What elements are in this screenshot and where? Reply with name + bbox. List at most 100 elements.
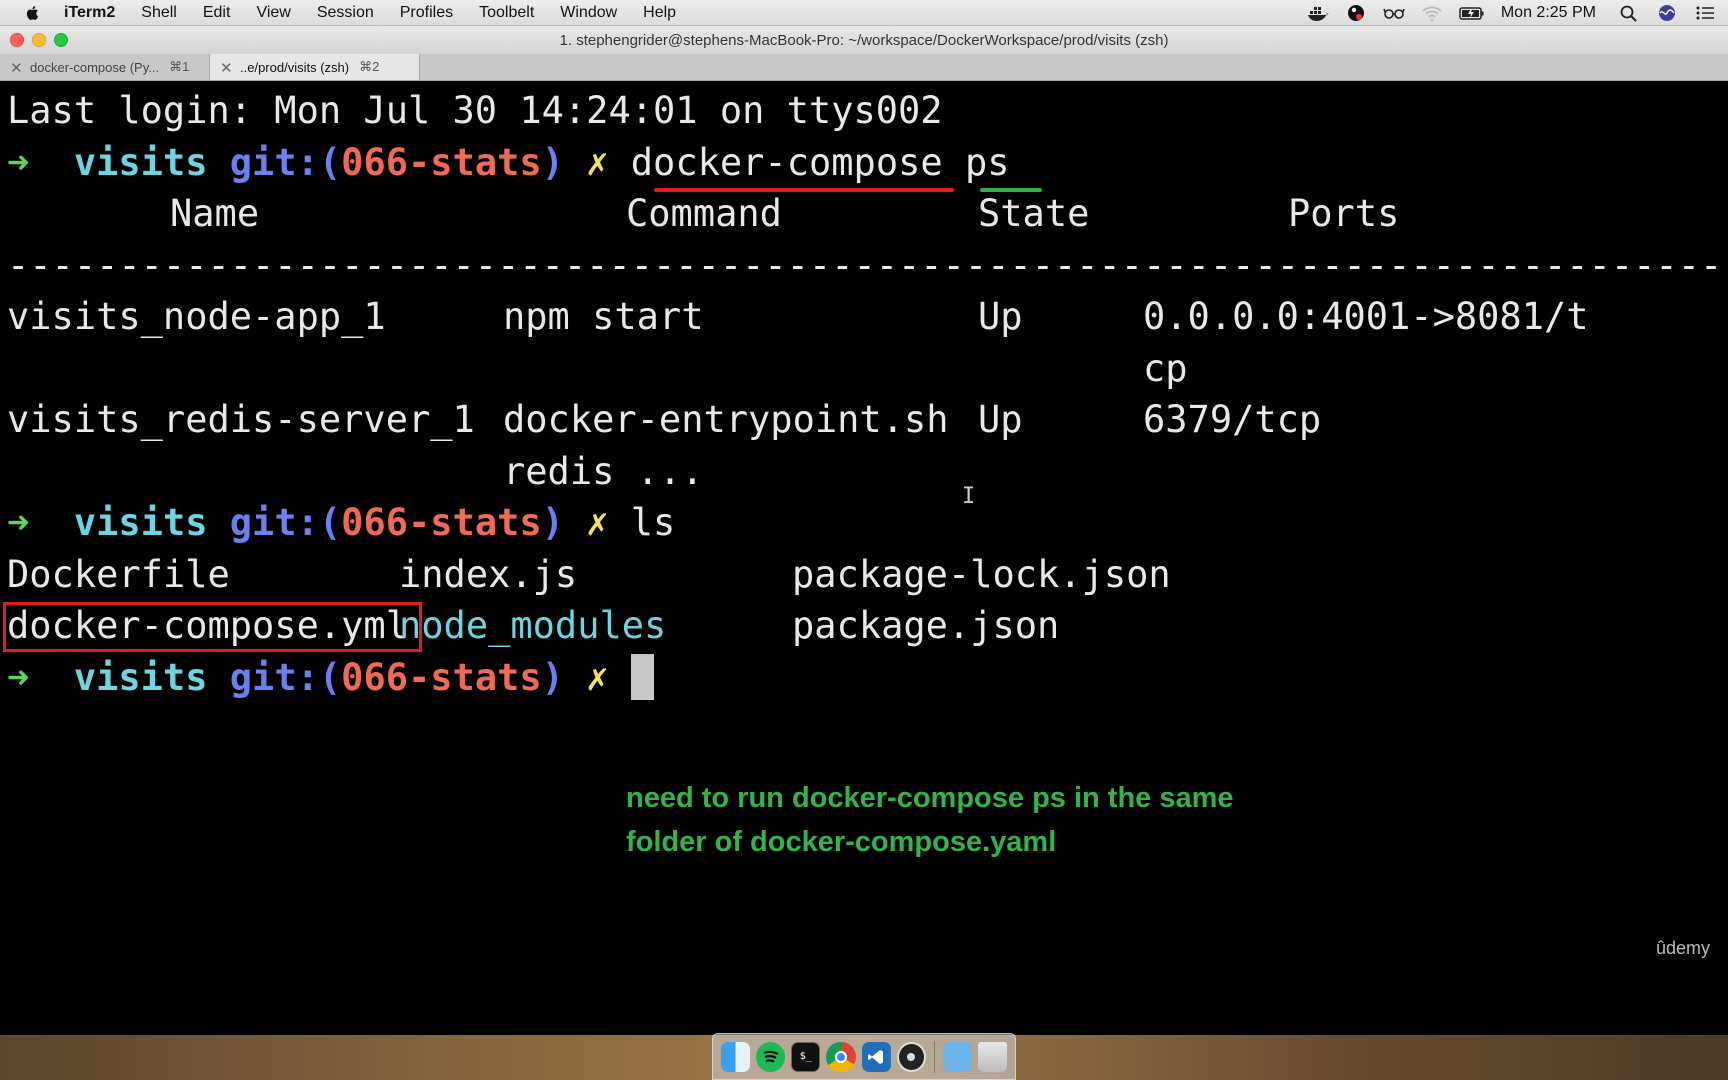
ps-cell-name: visits_redis-server_1 xyxy=(7,398,475,441)
prompt-git-close: ) xyxy=(541,501,564,544)
notification-center-icon[interactable] xyxy=(1694,4,1716,22)
command-ls: ls xyxy=(630,501,676,544)
docker-icon[interactable] xyxy=(1307,4,1329,22)
menu-help[interactable]: Help xyxy=(643,4,676,22)
prompt-git-close: ) xyxy=(541,140,564,184)
window-zoom-button[interactable] xyxy=(54,33,68,47)
prompt-branch: 066-stats xyxy=(341,655,542,699)
obs-icon[interactable] xyxy=(896,1041,926,1072)
tab-label: docker-compose (Py... xyxy=(30,59,160,75)
ps-cell-command: docker-entrypoint.sh xyxy=(503,398,949,441)
ps-cell-ports: 6379/tcp xyxy=(1143,398,1322,441)
ps-cell-state: Up xyxy=(978,295,1023,338)
prompt-git-close: ) xyxy=(541,655,564,699)
ps-header-name: Name xyxy=(170,192,260,235)
spotify-icon[interactable] xyxy=(756,1041,786,1072)
prompt-directory: visits xyxy=(73,501,208,544)
annotation-underline-red xyxy=(654,188,954,192)
tab-shortcut: ⌘2 xyxy=(359,59,380,74)
ps-cell-command-wrap: redis ... xyxy=(503,449,704,493)
window-close-button[interactable] xyxy=(10,33,24,47)
ps-header-ports: Ports xyxy=(1288,192,1400,235)
last-login-line: Last login: Mon Jul 30 14:24:01 on ttys0… xyxy=(7,89,943,132)
ls-row: Dockerfile index.js package-lock.json xyxy=(7,549,1728,601)
folder-icon[interactable] xyxy=(942,1041,972,1072)
table-row: visits_redis-server_1 docker-entrypoint.… xyxy=(7,394,1728,446)
ls-file-package-lock: package-lock.json xyxy=(792,552,1171,596)
tab-docker-compose[interactable]: ✕ docker-compose (Py... ⌘1 xyxy=(0,54,210,80)
udemy-watermark: ûdemy xyxy=(1655,938,1710,958)
terminal-icon[interactable]: $_ xyxy=(791,1041,821,1072)
prompt-directory: visits xyxy=(73,140,208,184)
window-minimize-button[interactable] xyxy=(32,33,46,47)
window-title: 1. stephengrider@stephens-MacBook-Pro: ~… xyxy=(559,31,1169,49)
siri-icon[interactable] xyxy=(1656,4,1678,22)
annotation-box-red xyxy=(3,602,422,652)
chrome-icon[interactable] xyxy=(826,1041,856,1072)
tab-close-icon[interactable]: ✕ xyxy=(220,59,233,77)
menu-profiles[interactable]: Profiles xyxy=(400,4,453,22)
prompt-dirty-mark: ✗ xyxy=(586,140,609,184)
window-title-bar: 1. stephengrider@stephens-MacBook-Pro: ~… xyxy=(0,26,1728,54)
obs-status-icon[interactable] xyxy=(1345,4,1367,22)
ls-dir-node-modules: node_modules xyxy=(399,604,667,647)
prompt-git-label: git:( xyxy=(229,501,342,544)
prompt-line-active: ➜ visits git:(066-stats) ✗ xyxy=(7,652,1728,704)
ps-cell-ports-wrap: cp xyxy=(1143,346,1188,390)
annotation-underline-green xyxy=(980,188,1042,192)
prompt-line: ➜ visits git:(066-stats) ✗ docker-compos… xyxy=(7,137,1728,189)
table-row: visits_node-app_1 npm start Up 0.0.0.0:4… xyxy=(7,291,1728,343)
menu-window[interactable]: Window xyxy=(560,4,617,22)
ls-file-dockerfile: Dockerfile xyxy=(7,552,230,596)
ps-cell-command: npm start xyxy=(503,295,704,338)
menu-bar-status-area: Mon 2:25 PM xyxy=(1307,0,1716,26)
ps-header-state: State xyxy=(978,192,1090,235)
tab-close-icon[interactable]: ✕ xyxy=(10,59,23,77)
wifi-icon[interactable] xyxy=(1421,4,1443,22)
prompt-arrow-icon: ➜ xyxy=(7,501,30,544)
menu-view[interactable]: View xyxy=(256,4,290,22)
tab-label: ..e/prod/visits (zsh) xyxy=(240,59,350,75)
finder-icon[interactable] xyxy=(721,1041,751,1072)
annotation-note-line-1: need to run docker-compose ps in the sam… xyxy=(626,782,1234,814)
prompt-line: ➜ visits git:(066-stats) ✗ ls xyxy=(7,497,1728,549)
prompt-dirty-mark: ✗ xyxy=(586,655,609,699)
ps-separator: ----------------------------------------… xyxy=(7,243,1728,287)
glasses-icon[interactable] xyxy=(1383,4,1405,22)
menu-edit[interactable]: Edit xyxy=(203,4,231,22)
terminal-cursor[interactable] xyxy=(630,653,654,700)
prompt-directory: visits xyxy=(73,655,208,699)
ps-cell-ports: 0.0.0.0:4001->8081/t xyxy=(1143,295,1589,338)
tab-bar: ✕ docker-compose (Py... ⌘1 ✕ ..e/prod/vi… xyxy=(0,54,1728,81)
menu-bar-clock[interactable]: Mon 2:25 PM xyxy=(1501,4,1596,22)
table-row-wrap: redis ... xyxy=(7,446,1728,498)
battery-icon[interactable] xyxy=(1459,4,1485,22)
dock: $_ xyxy=(712,1033,1016,1080)
menu-app-name[interactable]: iTerm2 xyxy=(64,4,115,22)
menu-shell[interactable]: Shell xyxy=(141,4,177,22)
command-main: docker-compose xyxy=(630,140,943,184)
menu-session[interactable]: Session xyxy=(317,4,374,22)
prompt-git-label: git:( xyxy=(229,655,342,699)
trash-icon[interactable] xyxy=(977,1041,1008,1072)
tab-shortcut: ⌘1 xyxy=(169,59,190,74)
tab-visits-zsh[interactable]: ✕ ..e/prod/visits (zsh) ⌘2 xyxy=(210,54,420,80)
ps-cell-state: Up xyxy=(978,398,1023,441)
command-arg: ps xyxy=(964,140,1010,184)
vscode-icon[interactable] xyxy=(861,1041,891,1072)
prompt-arrow-icon: ➜ xyxy=(7,140,30,184)
ps-header-command: Command xyxy=(626,192,782,235)
menu-toolbelt[interactable]: Toolbelt xyxy=(479,4,534,22)
spotlight-search-icon[interactable] xyxy=(1618,4,1640,22)
prompt-arrow-icon: ➜ xyxy=(7,655,30,699)
ps-cell-name: visits_node-app_1 xyxy=(7,295,386,338)
terminal-output[interactable]: Last login: Mon Jul 30 14:24:01 on ttys0… xyxy=(0,81,1728,1035)
menu-bar: iTerm2 Shell Edit View Session Profiles … xyxy=(0,0,1728,26)
apple-logo-icon[interactable] xyxy=(24,4,42,22)
prompt-dirty-mark: ✗ xyxy=(586,501,609,544)
text-cursor-ibeam-icon: I xyxy=(962,484,976,509)
annotation-note: need to run docker-compose ps in the sam… xyxy=(626,776,1326,864)
annotation-note-line-2: folder of docker-compose.yaml xyxy=(626,826,1057,858)
ps-header-row: Name Command State Ports xyxy=(7,188,1728,240)
table-row-wrap: cp xyxy=(7,343,1728,395)
